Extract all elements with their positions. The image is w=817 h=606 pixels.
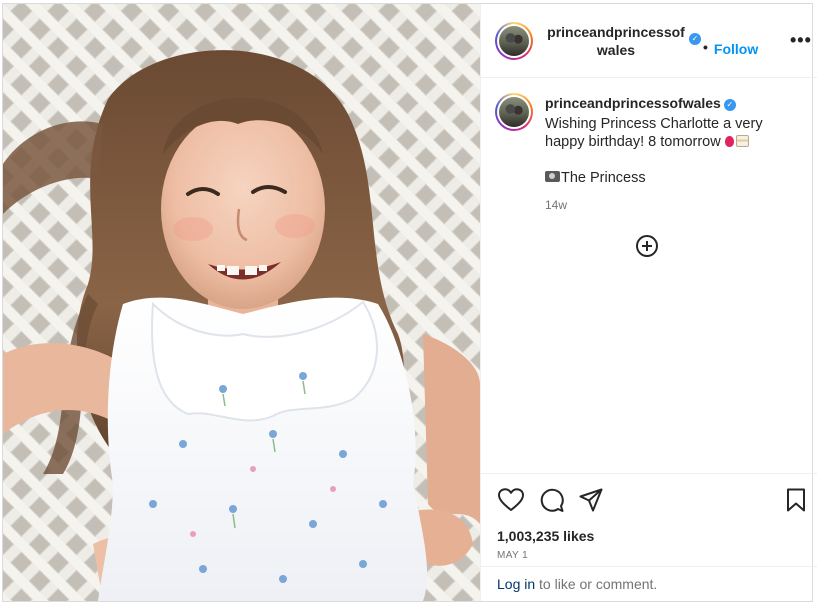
caption-signature: The Princess	[545, 169, 777, 187]
login-prompt-text: to like or comment.	[535, 576, 658, 592]
avatar-image	[499, 25, 529, 56]
comment-icon[interactable]	[537, 486, 565, 514]
actions-section: 1,003,235 likes MAY 1 Log in to like or …	[481, 473, 817, 601]
camera-flash-emoji-icon	[545, 171, 560, 182]
dot-separator: •	[703, 38, 708, 55]
caption-row: princeandprincessofwales ✓ Wishing Prince…	[495, 92, 812, 214]
post-header: princeandprincessof wales ✓ • Follow •••	[481, 4, 817, 78]
caption-avatar[interactable]	[495, 93, 533, 131]
caption-timestamp[interactable]: 14w	[545, 196, 777, 214]
post-date[interactable]: MAY 1	[497, 550, 810, 561]
follow-button[interactable]: Follow	[714, 41, 758, 57]
caption-text: Wishing Princess Charlotte a very happy …	[545, 116, 763, 150]
verified-badge-icon: ✓	[723, 99, 736, 111]
likes-count[interactable]: 1,003,235 likes	[497, 528, 810, 544]
girl-portrait-image	[3, 4, 480, 601]
caption-area: princeandprincessofwales ✓ Wishing Prince…	[481, 78, 817, 473]
add-circle-icon[interactable]	[636, 235, 658, 257]
post-photo[interactable]	[3, 4, 480, 601]
post-side-panel: princeandprincessof wales ✓ • Follow •••…	[480, 4, 817, 601]
birthday-cake-emoji-icon	[735, 135, 749, 147]
verified-badge-icon: ✓	[689, 32, 701, 45]
header-username[interactable]: princeandprincessof wales	[545, 23, 687, 59]
login-prompt: Log in to like or comment.	[481, 566, 817, 601]
heart-icon[interactable]	[497, 486, 525, 514]
login-link[interactable]: Log in	[497, 576, 535, 592]
avatar[interactable]	[495, 21, 533, 60]
post-dialog: princeandprincessof wales ✓ • Follow •••…	[2, 3, 817, 602]
action-icons-row	[497, 484, 810, 516]
bookmark-icon[interactable]	[782, 486, 810, 514]
avatar-image	[499, 97, 529, 127]
balloon-emoji-icon	[724, 136, 734, 147]
caption-username[interactable]: princeandprincessofwales	[545, 94, 721, 112]
more-options-icon[interactable]: •••	[790, 30, 812, 51]
send-icon[interactable]	[577, 486, 605, 514]
